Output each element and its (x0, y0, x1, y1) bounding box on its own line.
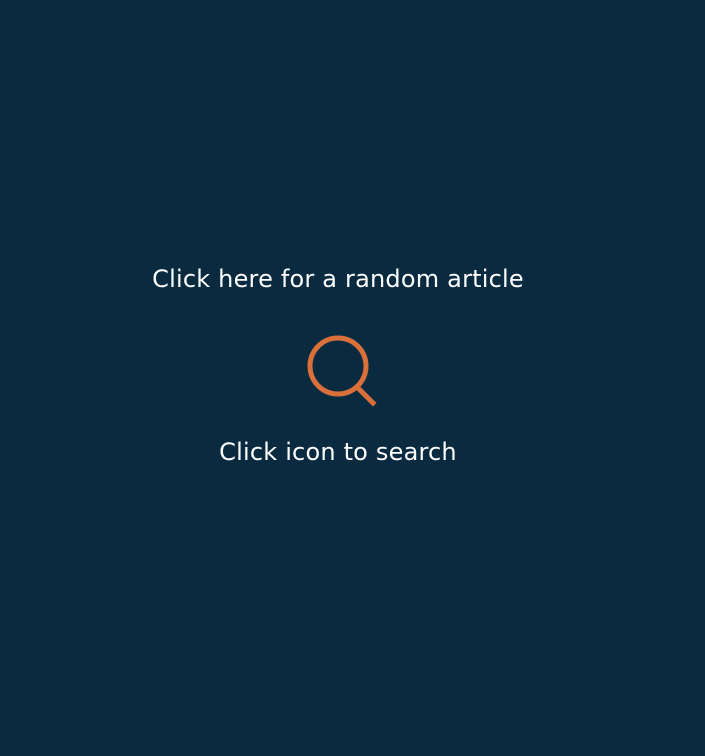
search-caption: Click icon to search (219, 438, 457, 466)
search-button[interactable] (303, 333, 377, 407)
random-article-link[interactable]: Click here for a random article (0, 262, 676, 296)
search-icon (307, 335, 377, 407)
main-content: Click here for a random article Click ic… (0, 0, 705, 756)
